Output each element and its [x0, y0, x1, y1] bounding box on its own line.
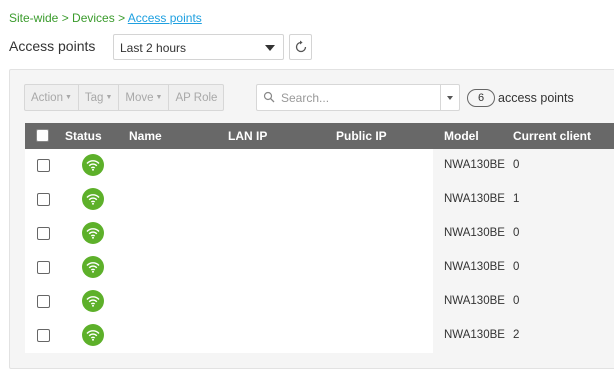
model-value: NWA130BE	[444, 193, 505, 205]
wifi-icon	[82, 222, 104, 244]
model-value: NWA130BE	[444, 295, 505, 307]
model-cell: NWA130BE 0	[433, 149, 614, 183]
ap-role-label: AP Role	[175, 91, 218, 104]
search-divider	[440, 85, 441, 110]
model-value: NWA130BE	[444, 227, 505, 239]
time-range-select[interactable]: Last 2 hours	[113, 34, 284, 60]
ap-role-button[interactable]: AP Role	[169, 85, 223, 110]
action-label: Action	[31, 91, 63, 104]
model-cell: NWA130BE 0	[433, 217, 614, 251]
time-range-value: Last 2 hours	[120, 41, 187, 55]
row-checkbox[interactable]	[37, 193, 50, 206]
access-points-table: Status Name LAN IP Public IP Model Curre…	[25, 123, 614, 353]
search-box	[256, 84, 460, 111]
chevron-down-icon	[265, 45, 275, 51]
breadcrumb-access-points-link[interactable]: Access points	[128, 11, 202, 25]
current-client-value: 1	[513, 193, 520, 205]
wifi-icon	[82, 154, 104, 176]
tag-button[interactable]: Tag ▼	[79, 85, 120, 110]
breadcrumb-site[interactable]: Site-wide	[9, 11, 58, 25]
refresh-icon	[295, 40, 306, 53]
column-header-current-client[interactable]: Current client	[513, 129, 591, 143]
chevron-down-icon: ▼	[105, 94, 113, 101]
current-client-value: 2	[513, 329, 520, 341]
current-client-value: 0	[513, 261, 520, 273]
table-row[interactable]: NWA130BE 0	[25, 285, 614, 319]
breadcrumb-separator: >	[58, 11, 73, 25]
table-row[interactable]: NWA130BE 0	[25, 251, 614, 285]
column-header-status[interactable]: Status	[65, 129, 102, 143]
move-button[interactable]: Move ▼	[119, 85, 170, 110]
chevron-down-icon: ▼	[64, 94, 72, 101]
access-point-count-badge: 6	[467, 89, 495, 107]
page-title: Access points	[9, 38, 96, 54]
move-label: Move	[125, 91, 154, 104]
wifi-icon	[82, 324, 104, 346]
row-checkbox[interactable]	[37, 261, 50, 274]
wifi-icon	[82, 188, 104, 210]
refresh-button[interactable]	[289, 34, 312, 60]
row-checkbox[interactable]	[37, 295, 50, 308]
current-client-value: 0	[513, 295, 520, 307]
model-cell: NWA130BE 1	[433, 183, 614, 217]
action-button[interactable]: Action ▼	[25, 85, 79, 110]
row-checkbox[interactable]	[37, 227, 50, 240]
model-cell: NWA130BE 0	[433, 251, 614, 285]
column-header-name[interactable]: Name	[129, 129, 162, 143]
table-row[interactable]: NWA130BE 0	[25, 149, 614, 183]
search-icon	[263, 91, 275, 103]
current-client-value: 0	[513, 159, 520, 171]
chevron-down-icon: ▼	[155, 94, 163, 101]
select-all-checkbox[interactable]	[36, 129, 49, 142]
table-row[interactable]: NWA130BE 1	[25, 183, 614, 217]
model-value: NWA130BE	[444, 261, 505, 273]
table-row[interactable]: NWA130BE 2	[25, 319, 614, 353]
wifi-icon	[82, 256, 104, 278]
row-checkbox[interactable]	[37, 329, 50, 342]
search-options-dropdown[interactable]	[447, 96, 453, 100]
search-input[interactable]	[281, 89, 436, 107]
column-header-public-ip[interactable]: Public IP	[336, 129, 387, 143]
breadcrumb-devices[interactable]: Devices	[72, 11, 115, 25]
toolbar-button-group: Action ▼ Tag ▼ Move ▼ AP Role	[24, 84, 225, 111]
row-checkbox[interactable]	[37, 159, 50, 172]
table-header: Status Name LAN IP Public IP Model Curre…	[25, 123, 614, 149]
column-header-model[interactable]: Model	[444, 129, 479, 143]
wifi-icon	[82, 290, 104, 312]
current-client-value: 0	[513, 227, 520, 239]
model-cell: NWA130BE 0	[433, 285, 614, 319]
breadcrumb-separator: >	[114, 11, 128, 25]
breadcrumb: Site-wide > Devices > Access points	[9, 11, 202, 25]
model-value: NWA130BE	[444, 159, 505, 171]
access-point-count-label: access points	[498, 91, 574, 105]
model-value: NWA130BE	[444, 329, 505, 341]
tag-label: Tag	[84, 91, 104, 104]
column-header-lan-ip[interactable]: LAN IP	[228, 129, 267, 143]
model-cell: NWA130BE 2	[433, 319, 614, 353]
table-row[interactable]: NWA130BE 0	[25, 217, 614, 251]
